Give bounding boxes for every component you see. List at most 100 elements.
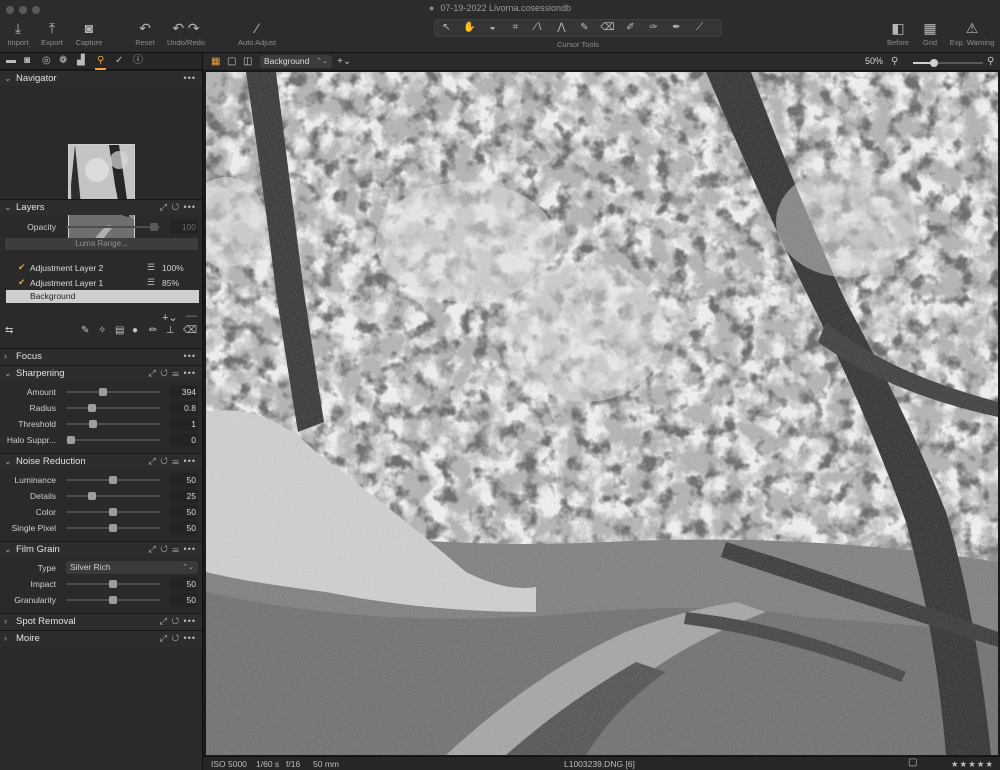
slider-track[interactable] <box>66 388 160 396</box>
eraser-icon[interactable]: ⌫ <box>596 20 619 36</box>
layers-header-actions[interactable]: ⤢ ↺ ••• <box>160 202 196 213</box>
import-button[interactable]: ⤓ Import <box>4 18 32 47</box>
focus-header[interactable]: › Focus ••• <box>0 348 202 364</box>
slider-knob[interactable] <box>98 388 107 396</box>
slider-knob[interactable] <box>89 420 98 428</box>
color-tab-icon[interactable]: ❁ <box>59 55 67 67</box>
slider-track[interactable] <box>66 476 160 484</box>
slider-knob[interactable] <box>88 492 97 500</box>
undo-redo-button[interactable]: ↶ ↷ Undo/Redo <box>164 18 208 47</box>
checkmark-icon[interactable]: ✔ <box>18 277 26 288</box>
single-view-icon[interactable]: ▢ <box>227 56 236 67</box>
zoom-in-icon[interactable]: ⚲ <box>987 56 994 67</box>
background-layer[interactable]: Background <box>6 290 199 303</box>
annotate-icon[interactable]: ✒ <box>665 20 688 36</box>
auto-adjust-button[interactable]: ⁄ Auto Adjust <box>234 18 280 47</box>
gradient-icon[interactable]: ⟋ <box>688 20 711 36</box>
slider-track[interactable] <box>66 596 160 604</box>
viewer-canvas[interactable] <box>203 71 1000 756</box>
sliders-icon[interactable]: ☰ <box>147 277 155 288</box>
camera-tab-icon[interactable]: ◙ <box>24 55 30 67</box>
noise-header-actions[interactable]: ⤢ ↺ ☰ ••• <box>149 456 197 467</box>
slider-knob[interactable] <box>109 580 117 588</box>
slider-value[interactable]: 50 <box>170 521 198 535</box>
moire-header[interactable]: › Moire ⤢ ↺ ••• <box>0 630 202 646</box>
erase-mask-icon[interactable]: ✏ <box>149 325 157 336</box>
zoom-knob[interactable] <box>930 59 938 67</box>
spot-header-actions[interactable]: ⤢ ↺ ••• <box>160 616 196 627</box>
brush-icon[interactable]: ✎ <box>573 20 596 36</box>
sharpening-header[interactable]: ⌄ Sharpening ⤢ ↺ ☰ ••• <box>0 365 202 381</box>
slider-track[interactable] <box>66 508 160 516</box>
radial-gradient-icon[interactable]: ● <box>132 325 138 336</box>
navigator-header[interactable]: ⌄ Navigator ••• <box>0 70 202 86</box>
checkmark-icon[interactable]: ✔ <box>18 262 26 273</box>
heal-icon[interactable]: ✑ <box>642 20 665 36</box>
select-checkbox-icon[interactable]: ▢ <box>908 757 917 768</box>
sharpening-header-actions[interactable]: ⤢ ↺ ☰ ••• <box>149 368 197 379</box>
eraser-icon[interactable]: ⌫ <box>183 325 197 336</box>
slider-knob[interactable] <box>88 404 97 412</box>
spot-removal-header[interactable]: › Spot Removal ⤢ ↺ ••• <box>0 613 202 629</box>
moire-header-actions[interactable]: ⤢ ↺ ••• <box>160 633 196 644</box>
reset-button[interactable]: ↶ Reset <box>132 18 158 47</box>
opacity-slider[interactable] <box>66 223 160 231</box>
slider-value[interactable]: 394 <box>170 385 198 399</box>
slider-knob[interactable] <box>109 596 117 604</box>
opacity-value[interactable]: 100 <box>170 220 198 234</box>
adjustments-tab-icon[interactable]: ✓ <box>115 55 123 67</box>
multi-view-icon[interactable]: ▦ <box>211 56 220 67</box>
proof-view-icon[interactable]: ◫ <box>243 56 252 67</box>
slider-track[interactable] <box>66 436 160 444</box>
opacity-knob[interactable] <box>150 223 159 231</box>
straighten-icon[interactable]: ∕∖ <box>527 20 550 36</box>
slider-value[interactable]: 0.8 <box>170 401 198 415</box>
details-tab-icon[interactable]: ⚲ <box>94 55 107 70</box>
select-cursor-icon[interactable]: ↖ <box>435 20 458 36</box>
swap-icon[interactable]: ⇆ <box>5 325 13 336</box>
zoom-slider[interactable] <box>913 59 983 67</box>
capture-button[interactable]: ◙ Capture <box>72 18 106 47</box>
slider-track[interactable] <box>66 420 160 428</box>
add-icon[interactable]: +⌄ <box>337 56 351 67</box>
more-icon[interactable]: ••• <box>184 73 196 83</box>
exposure-tab-icon[interactable]: ▟ <box>77 55 85 67</box>
luma-range-button[interactable]: Luma Range... <box>5 238 198 250</box>
grain-header-actions[interactable]: ⤢ ↺ ☰ ••• <box>149 544 197 555</box>
lens-tab-icon[interactable]: ◎ <box>42 55 51 67</box>
keystone-icon[interactable]: ⋀ <box>550 20 573 36</box>
magic-brush-icon[interactable]: ✧ <box>98 325 106 336</box>
loupe-icon[interactable]: ◒ <box>481 20 504 36</box>
add-layer-icon[interactable]: +⌄ <box>162 311 178 324</box>
slider-track[interactable] <box>66 524 160 532</box>
slider-value[interactable]: 50 <box>170 505 198 519</box>
metadata-tab-icon[interactable]: ⓘ <box>133 55 143 67</box>
slider-value[interactable]: 0 <box>170 433 198 447</box>
slider-value[interactable]: 50 <box>170 577 198 591</box>
slider-value[interactable]: 50 <box>170 473 198 487</box>
folder-tab-icon[interactable]: ▬ <box>6 55 16 67</box>
slider-track[interactable] <box>66 404 160 412</box>
slider-track[interactable] <box>66 492 160 500</box>
slider-knob[interactable] <box>109 524 117 532</box>
layer-row[interactable]: ✔ Adjustment Layer 2 ☰ 100% <box>4 261 199 275</box>
slider-knob[interactable] <box>66 436 75 444</box>
picker-icon[interactable]: ✐ <box>619 20 642 36</box>
slider-value[interactable]: 50 <box>170 593 198 607</box>
draw-mask-icon[interactable]: ✎ <box>81 325 89 336</box>
sliders-icon[interactable]: ☰ <box>147 262 155 273</box>
layer-row[interactable]: ✔ Adjustment Layer 1 ☰ 85% <box>4 276 199 290</box>
grid-button[interactable]: ▦ Grid <box>918 18 942 47</box>
zoom-out-icon[interactable]: ⚲ <box>891 56 898 67</box>
pan-hand-icon[interactable]: ✋ <box>458 20 481 36</box>
exposure-warning-button[interactable]: ⚠ Exp. Warning <box>946 18 998 47</box>
linear-gradient-icon[interactable]: ▤ <box>115 325 124 336</box>
photo-image[interactable] <box>206 72 998 755</box>
crop-icon[interactable]: ⌗ <box>504 20 527 36</box>
star-rating[interactable]: ★★★★★ <box>951 759 994 770</box>
slider-knob[interactable] <box>109 476 117 484</box>
layers-header[interactable]: ⌄ Layers ⤢ ↺ ••• <box>0 199 202 215</box>
export-button[interactable]: ⤒ Export <box>36 18 68 47</box>
grain-type-select[interactable]: Silver Rich ⌃⌄ <box>66 561 198 574</box>
before-button[interactable]: ◧ Before <box>884 18 912 47</box>
